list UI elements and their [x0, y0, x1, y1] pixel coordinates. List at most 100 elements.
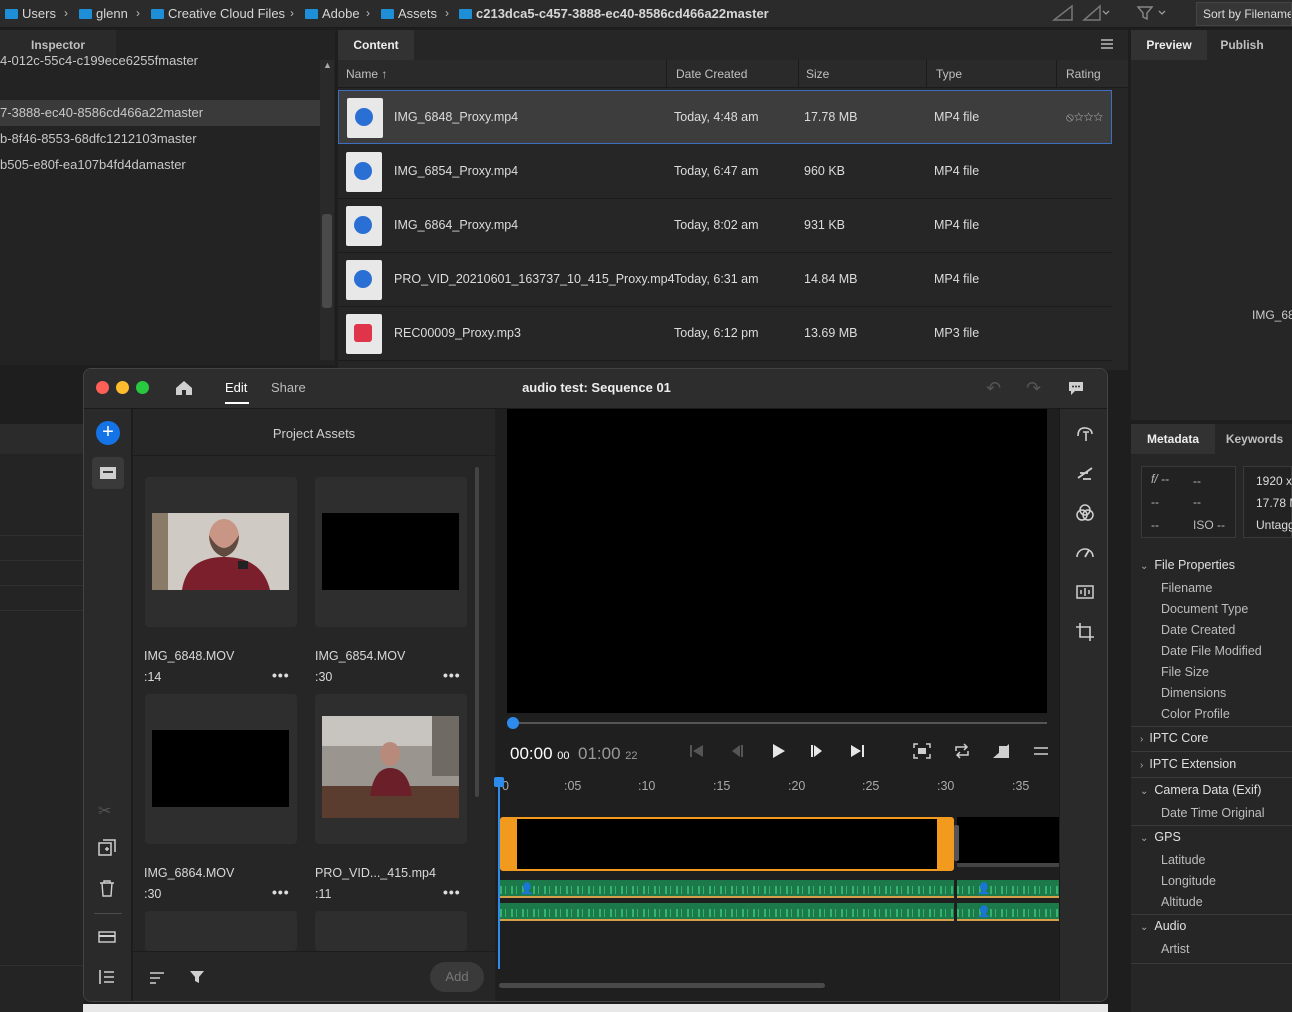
more-options-icon[interactable]: •••	[272, 884, 290, 900]
add-button[interactable]: Add	[430, 962, 484, 992]
more-options-icon[interactable]: •••	[443, 667, 461, 683]
folder-row[interactable]: b505-e80f-ea107b4fd4damaster	[0, 152, 320, 178]
column-type[interactable]: Type	[936, 67, 962, 81]
timeline-scrollbar[interactable]	[499, 983, 825, 988]
split-icon[interactable]: ✂	[98, 801, 111, 821]
section-audio[interactable]: ⌄ Audio	[1140, 919, 1186, 933]
breadcrumb-item-current[interactable]: c213dca5-c457-3888-ec40-8586cd466a22mast…	[459, 6, 769, 21]
column-divider[interactable]	[798, 60, 799, 88]
project-assets-button[interactable]	[92, 457, 124, 489]
section-camera-data[interactable]: ⌄ Camera Data (Exif)	[1140, 783, 1261, 797]
audio-icon[interactable]	[1075, 582, 1095, 602]
folder-icon	[79, 9, 92, 19]
inspector-scroll-thumb[interactable]	[322, 214, 332, 308]
timeline-playhead[interactable]	[498, 779, 500, 969]
audio-waveform-track-1[interactable]	[957, 880, 1059, 898]
delete-icon[interactable]	[99, 879, 115, 897]
column-divider[interactable]	[1056, 60, 1057, 88]
filter-icon[interactable]	[189, 969, 205, 985]
timeline-playhead-handle[interactable]	[494, 777, 504, 787]
section-iptc-extension[interactable]: › IPTC Extension	[1140, 757, 1236, 771]
folder-row-selected[interactable]: 7-3888-ec40-8586cd466a22master	[0, 100, 320, 126]
ruler-tick: :20	[788, 779, 806, 793]
video-clip-selected[interactable]	[500, 817, 954, 871]
column-divider[interactable]	[666, 60, 667, 88]
audio-waveform-track-2[interactable]	[957, 903, 1059, 921]
tab-keywords[interactable]: Keywords	[1217, 424, 1292, 454]
asset-card[interactable]	[315, 911, 467, 951]
content-column-header: Name ↑ Date Created Size Type Rating	[338, 60, 1128, 88]
file-row[interactable]: IMG_6854_Proxy.mp4 Today, 6:47 am 960 KB…	[338, 145, 1112, 199]
file-row[interactable]: REC00009_Proxy.mp3 Today, 6:12 pm 13.69 …	[338, 307, 1112, 361]
section-file-properties[interactable]: ⌄ File Properties	[1140, 558, 1235, 572]
asset-card[interactable]	[315, 694, 467, 844]
clip-trim-handle[interactable]	[954, 825, 959, 861]
tab-preview[interactable]: Preview	[1131, 30, 1207, 60]
asset-card[interactable]	[145, 911, 297, 951]
breadcrumb-item-users[interactable]: Users	[5, 6, 56, 21]
playhead-scrubber-track[interactable]	[507, 722, 1047, 724]
duplicate-icon[interactable]	[98, 839, 116, 857]
fit-to-screen-icon[interactable]	[913, 743, 931, 759]
transitions-icon[interactable]	[1075, 463, 1095, 483]
feedback-icon[interactable]	[1067, 380, 1085, 396]
crop-icon[interactable]	[1075, 622, 1095, 642]
assets-scrollbar[interactable]	[475, 467, 479, 797]
column-date-created[interactable]: Date Created	[676, 67, 747, 81]
folder-row[interactable]: 4-012c-55c4-c199ece6255fmaster	[0, 50, 320, 70]
video-clip[interactable]	[957, 817, 1059, 867]
breadcrumb-item-creative-cloud[interactable]: Creative Cloud Files	[151, 6, 285, 21]
column-rating[interactable]: Rating	[1066, 67, 1101, 81]
folder-row[interactable]: b-8f46-8553-68dfc1212103master	[0, 126, 320, 152]
filter-icon[interactable]	[1136, 4, 1166, 24]
redo-icon[interactable]: ↷	[1026, 378, 1041, 399]
more-options-icon[interactable]: •••	[443, 884, 461, 900]
sort-menu-button[interactable]: Sort by Filename	[1196, 2, 1292, 26]
more-options-icon[interactable]: •••	[272, 667, 290, 683]
inspector-scrollbar[interactable]	[320, 60, 334, 360]
play-icon[interactable]	[770, 743, 786, 759]
file-row[interactable]: IMG_6864_Proxy.mp4 Today, 8:02 am 931 KB…	[338, 199, 1112, 253]
loop-icon[interactable]	[953, 743, 971, 759]
panel-menu-icon[interactable]	[1100, 38, 1114, 50]
asset-card[interactable]	[145, 477, 297, 627]
star-icon[interactable]: ☆☆☆	[1074, 110, 1103, 124]
go-to-start-icon[interactable]	[689, 743, 705, 759]
go-to-end-icon[interactable]	[849, 743, 865, 759]
audio-track-icon[interactable]	[98, 931, 116, 943]
asset-card[interactable]	[145, 694, 297, 844]
section-iptc-core[interactable]: › IPTC Core	[1140, 731, 1208, 745]
add-media-button[interactable]: +	[96, 421, 120, 445]
tab-publish[interactable]: Publish	[1207, 30, 1277, 60]
breadcrumb-item-glenn[interactable]: glenn	[79, 6, 128, 21]
rating-stars[interactable]: ⦸☆☆☆	[1066, 110, 1103, 125]
asset-card[interactable]	[315, 477, 467, 627]
color-icon[interactable]	[1075, 503, 1095, 523]
quality-filter-icon[interactable]	[1052, 4, 1078, 24]
column-divider[interactable]	[926, 60, 927, 88]
column-size[interactable]: Size	[806, 67, 829, 81]
sort-icon[interactable]	[149, 971, 165, 985]
tab-metadata[interactable]: Metadata	[1131, 424, 1215, 454]
step-forward-icon[interactable]	[809, 743, 825, 759]
scroll-up-icon[interactable]: ▲	[323, 60, 332, 70]
file-row-selected[interactable]: IMG_6848_Proxy.mp4 Today, 4:48 am 17.78 …	[338, 90, 1112, 144]
speed-icon[interactable]	[1075, 542, 1095, 562]
audio-waveform-track-2[interactable]	[500, 903, 954, 921]
audio-waveform-track-1[interactable]	[500, 880, 954, 898]
title-text-icon[interactable]	[1075, 424, 1095, 444]
breadcrumb-item-adobe[interactable]: Adobe	[305, 6, 360, 21]
playhead-scrubber-handle[interactable]	[507, 717, 519, 729]
timeline-menu-icon[interactable]	[1033, 743, 1049, 759]
quality-menu-icon[interactable]	[1082, 4, 1110, 24]
undo-icon[interactable]: ↶	[986, 378, 1001, 399]
column-name[interactable]: Name ↑	[346, 67, 387, 81]
track-list-icon[interactable]	[98, 969, 116, 985]
file-row[interactable]: PRO_VID_20210601_163737_10_415_Proxy.mp4…	[338, 253, 1112, 307]
reject-icon[interactable]: ⦸	[1066, 110, 1074, 124]
section-gps[interactable]: ⌄ GPS	[1140, 830, 1181, 844]
step-back-icon[interactable]	[729, 743, 745, 759]
tab-content[interactable]: Content	[338, 30, 414, 60]
breadcrumb-item-assets[interactable]: Assets	[381, 6, 437, 21]
aspect-ratio-icon[interactable]	[992, 743, 1010, 759]
